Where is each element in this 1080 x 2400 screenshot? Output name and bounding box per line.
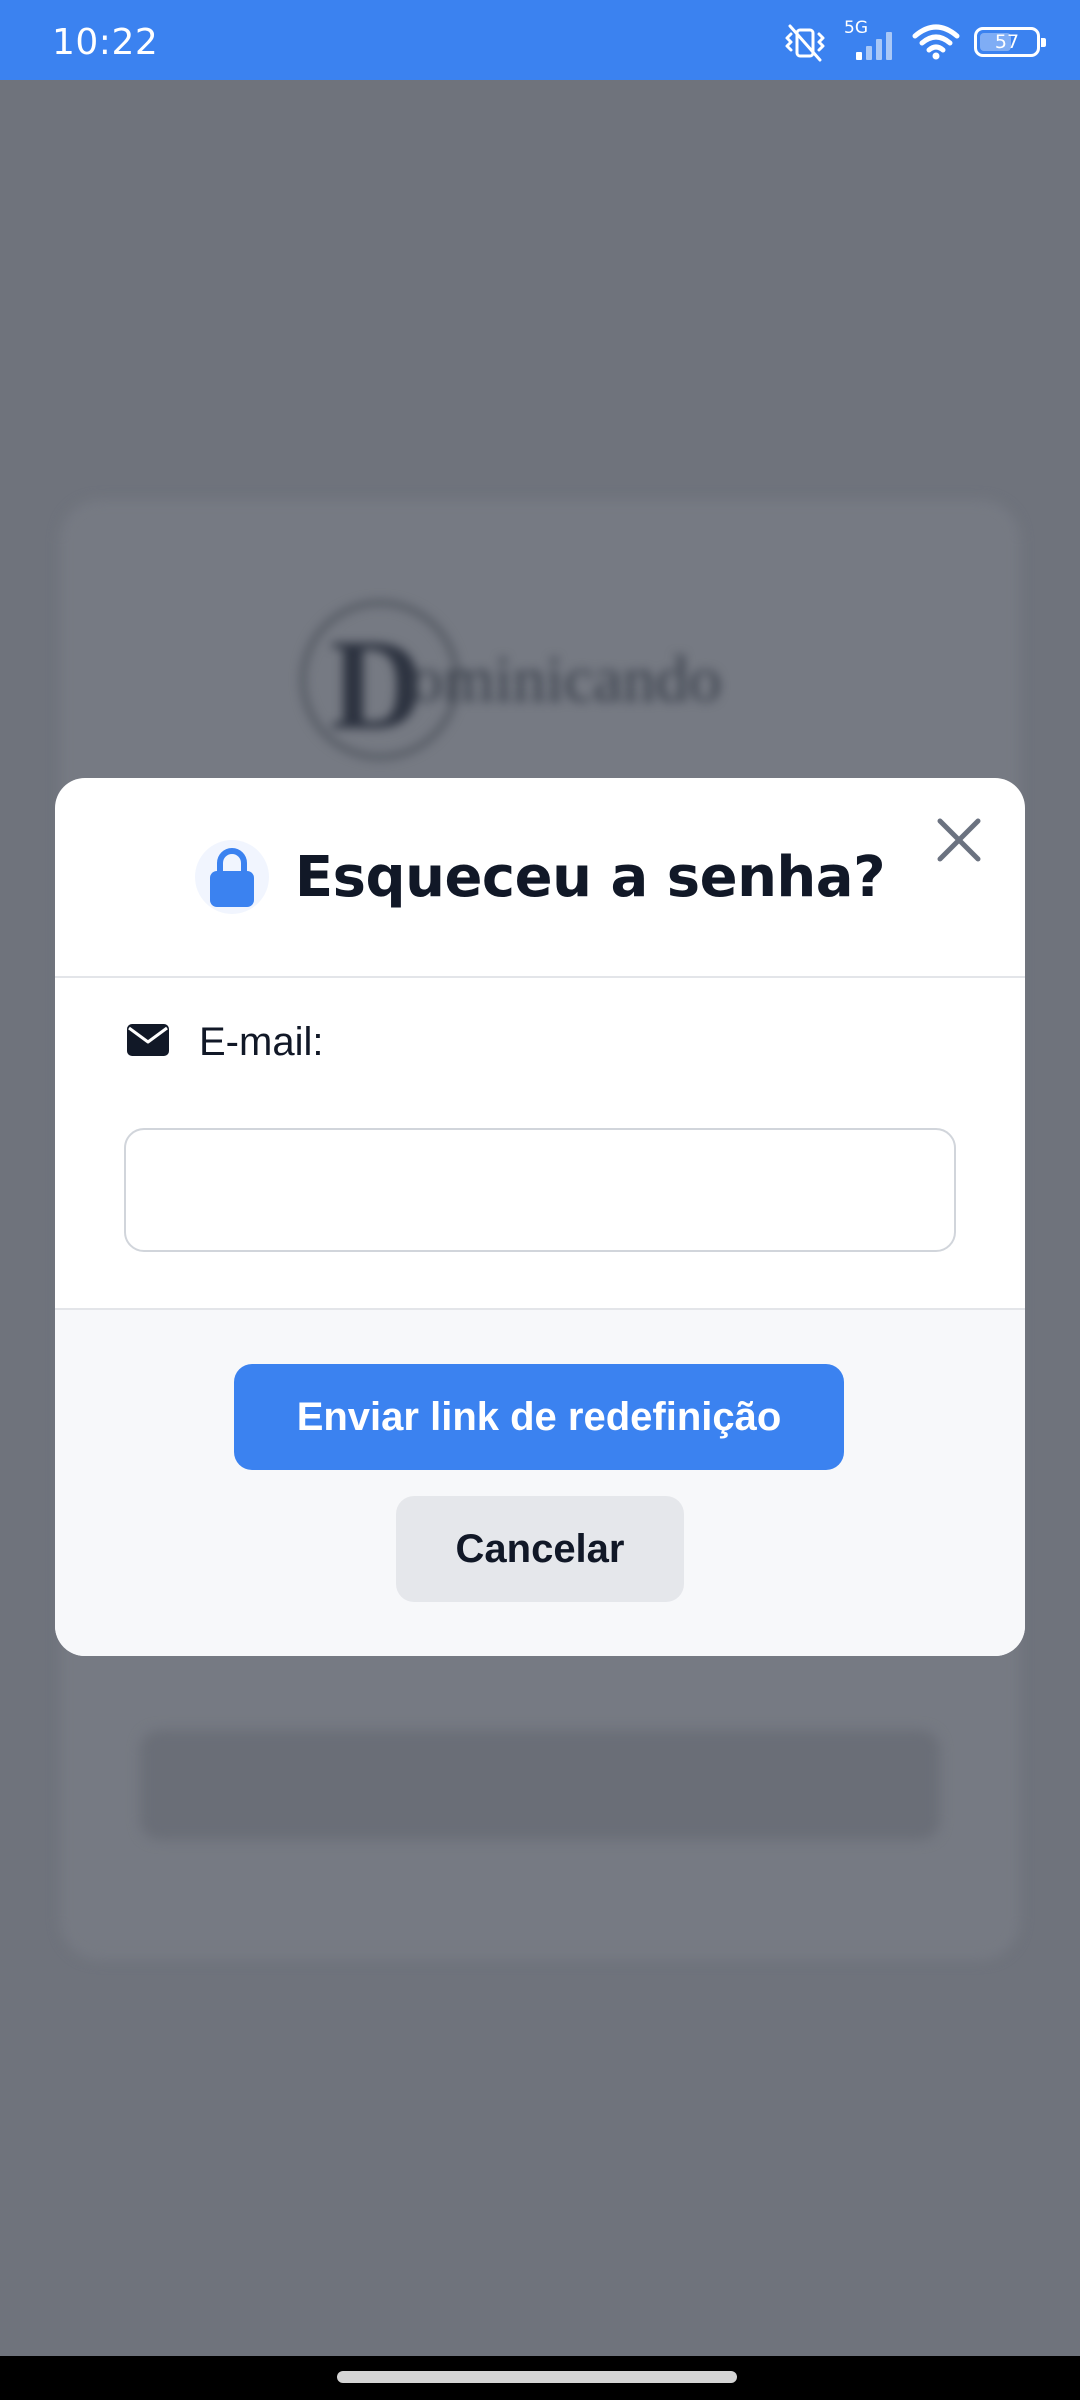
battery-icon: 57 <box>974 27 1046 57</box>
email-label: E-mail: <box>199 1020 324 1064</box>
logo-word: ominicando <box>410 643 722 716</box>
envelope-icon <box>127 1024 169 1061</box>
modal-title: Esqueceu a senha? <box>294 844 886 910</box>
close-button[interactable] <box>929 812 989 872</box>
cancel-button[interactable]: Cancelar <box>396 1496 684 1602</box>
modal-body: E-mail: <box>55 978 1025 1308</box>
wifi-icon <box>912 22 960 62</box>
battery-tip <box>1041 38 1046 47</box>
background-button <box>140 1730 940 1840</box>
status-time: 10:22 <box>52 22 159 63</box>
signal-5g-icon: 5G <box>842 18 898 62</box>
vibrate-off-icon <box>782 22 828 62</box>
modal-header: Esqueceu a senha? <box>55 778 1025 978</box>
email-field[interactable] <box>124 1128 956 1252</box>
battery-level: 57 <box>994 31 1020 53</box>
background-logo: D ominicando <box>300 600 820 760</box>
send-reset-link-button[interactable]: Enviar link de redefinição <box>234 1364 844 1470</box>
modal-footer: Enviar link de redefinição Cancelar <box>55 1308 1025 1656</box>
status-icons: 5G 57 <box>782 18 1046 62</box>
home-indicator[interactable] <box>337 2371 737 2383</box>
status-bar: 10:22 5G 57 <box>0 0 1080 80</box>
email-label-row: E-mail: <box>127 1020 323 1065</box>
modal-title-row: Esqueceu a senha? <box>55 840 1025 914</box>
screen: D ominicando 10:22 5G 57 Esqueceu a senh… <box>0 0 1080 2400</box>
close-icon <box>936 817 982 868</box>
forgot-password-modal: Esqueceu a senha? E-mail: Enviar link de… <box>55 778 1025 1656</box>
navigation-bar <box>0 2356 1080 2400</box>
lock-icon <box>194 840 269 914</box>
